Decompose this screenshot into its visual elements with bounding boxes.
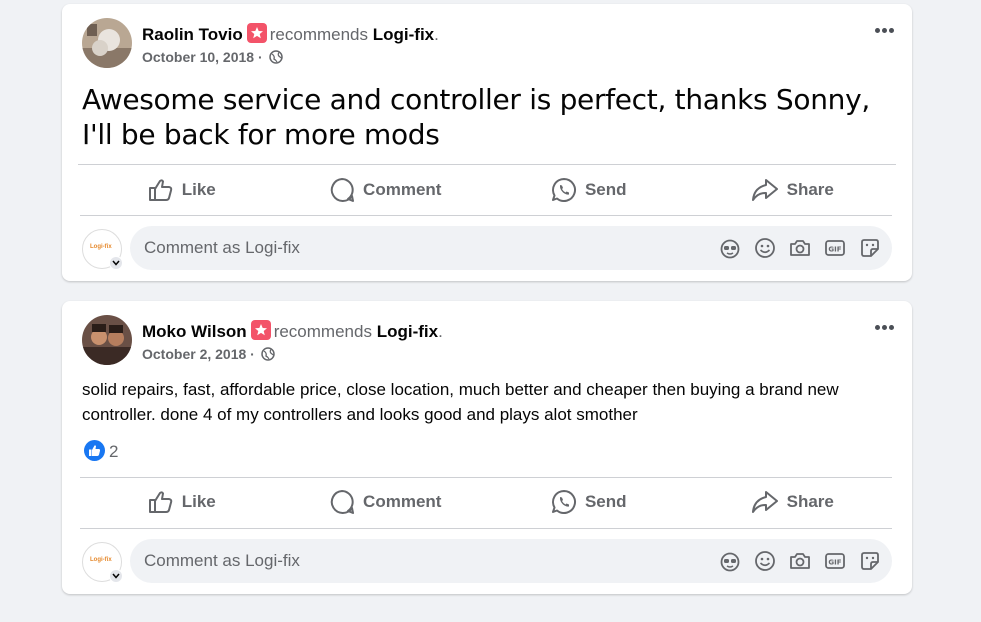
like-icon — [148, 179, 172, 201]
author-name[interactable]: Raolin Tovio — [142, 25, 243, 44]
review-post-1: Raolin Tovio recommends Logi-fix. October… — [62, 4, 912, 281]
emoji-icon[interactable] — [754, 237, 777, 259]
avatar-sticker-icon[interactable] — [719, 550, 742, 572]
globe-icon — [268, 50, 283, 67]
sticker-icon[interactable] — [859, 237, 882, 259]
page-avatar[interactable]: Logi-fix — [82, 229, 123, 270]
recommend-icon — [250, 320, 271, 340]
post-header: Moko Wilson recommends Logi-fix. October … — [82, 315, 892, 367]
comment-placeholder: Comment as Logi-fix — [144, 551, 300, 570]
avatar-sticker-icon[interactable] — [719, 237, 742, 259]
author-avatar[interactable] — [82, 18, 132, 68]
divider — [80, 477, 892, 478]
more-options-button[interactable] — [866, 18, 902, 42]
post-meta: October 2, 2018 · — [142, 346, 275, 364]
whatsapp-icon — [551, 178, 576, 202]
like-button[interactable]: Like — [80, 168, 284, 212]
divider — [80, 215, 892, 216]
author-line: Moko Wilson recommends Logi-fix. — [142, 320, 443, 342]
sticker-icon[interactable] — [859, 550, 882, 572]
send-button[interactable]: Send — [487, 480, 691, 524]
post-meta: October 10, 2018 · — [142, 49, 283, 67]
comment-label: Comment — [363, 492, 442, 511]
comment-tools: GIF — [719, 550, 882, 572]
post-header: Raolin Tovio recommends Logi-fix. October… — [82, 18, 892, 70]
page-avatar-logo: Logi-fix — [90, 244, 112, 250]
period-text: . — [438, 322, 443, 341]
post-date[interactable]: October 10, 2018 — [142, 49, 254, 65]
recommends-text: recommends — [269, 25, 369, 44]
globe-icon — [260, 347, 275, 364]
divider — [78, 164, 896, 165]
gif-icon[interactable]: GIF — [824, 237, 847, 259]
comment-icon — [330, 490, 355, 514]
like-button[interactable]: Like — [80, 480, 284, 524]
comment-icon — [330, 178, 355, 202]
page-avatar-logo: Logi-fix — [90, 557, 112, 563]
post-date[interactable]: October 2, 2018 — [142, 346, 246, 362]
like-count: 2 — [109, 442, 119, 461]
recommends-text: recommends — [273, 322, 372, 341]
post-text: Awesome service and controller is perfec… — [82, 83, 870, 151]
comment-tools: GIF — [719, 237, 882, 259]
share-button[interactable]: Share — [691, 480, 895, 524]
comment-input[interactable]: Comment as Logi-fix GIF — [130, 226, 892, 270]
like-label: Like — [181, 180, 216, 199]
like-icon — [148, 491, 172, 513]
send-button[interactable]: Send — [487, 168, 691, 212]
comment-placeholder: Comment as Logi-fix — [144, 238, 300, 257]
whatsapp-icon — [551, 490, 576, 514]
author-avatar[interactable] — [82, 315, 132, 365]
emoji-icon[interactable] — [754, 550, 777, 572]
review-post-2: Moko Wilson recommends Logi-fix. October … — [62, 301, 912, 594]
comment-composer: Logi-fix Comment as Logi-fix GIF — [82, 539, 892, 585]
comment-button[interactable]: Comment — [284, 168, 488, 212]
comment-input[interactable]: Comment as Logi-fix GIF — [130, 539, 892, 583]
action-bar: Like Comment Send Share — [80, 480, 894, 524]
divider — [80, 528, 892, 529]
more-options-button[interactable] — [866, 315, 902, 339]
page-name[interactable]: Logi-fix — [377, 322, 438, 341]
share-button[interactable]: Share — [691, 168, 895, 212]
meta-separator: · — [250, 346, 255, 362]
post-text: solid repairs, fast, affordable price, c… — [82, 380, 839, 424]
reactions-summary[interactable]: 2 — [84, 440, 118, 462]
comment-composer: Logi-fix Comment as Logi-fix GIF — [82, 226, 892, 272]
comment-button[interactable]: Comment — [284, 480, 488, 524]
share-icon — [751, 179, 778, 201]
recommend-icon — [246, 23, 267, 43]
author-line: Raolin Tovio recommends Logi-fix. — [142, 23, 439, 45]
share-label: Share — [786, 180, 834, 199]
send-label: Send — [584, 180, 627, 199]
share-icon — [751, 491, 778, 513]
camera-icon[interactable] — [789, 237, 812, 259]
chevron-down-icon[interactable] — [109, 256, 123, 270]
action-bar: Like Comment Send Share — [80, 168, 894, 212]
svg-text:GIF: GIF — [828, 246, 841, 254]
svg-text:GIF: GIF — [828, 559, 841, 567]
camera-icon[interactable] — [789, 550, 812, 572]
like-reaction-icon — [84, 440, 105, 461]
like-label: Like — [181, 492, 216, 511]
send-label: Send — [584, 492, 627, 511]
page-name[interactable]: Logi-fix — [373, 25, 434, 44]
period-text: . — [434, 25, 439, 44]
chevron-down-icon[interactable] — [109, 569, 123, 583]
gif-icon[interactable]: GIF — [824, 550, 847, 572]
page-avatar[interactable]: Logi-fix — [82, 542, 123, 583]
author-name[interactable]: Moko Wilson — [142, 322, 247, 341]
share-label: Share — [786, 492, 834, 511]
comment-label: Comment — [363, 180, 442, 199]
meta-separator: · — [257, 49, 263, 65]
